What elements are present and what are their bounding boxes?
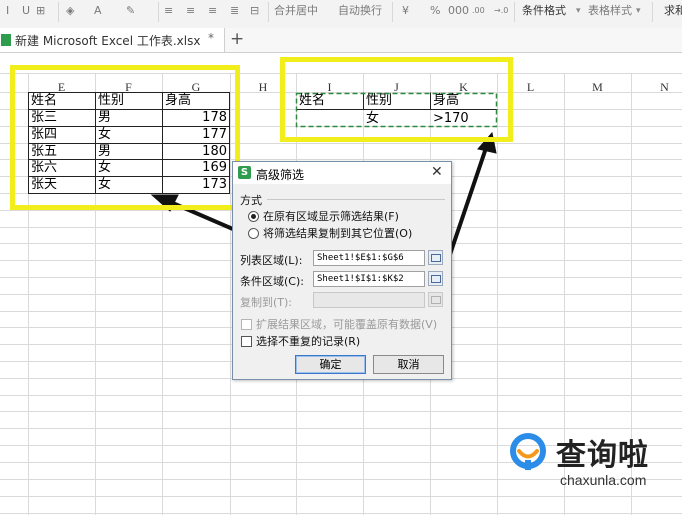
list-range-input[interactable]: Sheet1!$E$1:$G$6 [313, 250, 425, 266]
font-color-icon[interactable]: A [94, 3, 102, 19]
align-center-icon[interactable]: ≡ [186, 3, 195, 19]
italic-icon[interactable]: I [6, 3, 9, 19]
dialog-title: 高级筛选 [256, 168, 305, 182]
unique-records-label[interactable]: 选择不重复的记录(R) [256, 333, 360, 349]
ribbon-toolbar: I U ⊞ ◈ A ✎ ≡ ≡ ≡ ≣ ⊟ 合并居中 自动换行 ¥ % 000 … [0, 0, 682, 29]
range-picker-icon[interactable] [428, 292, 443, 307]
unsaved-marker[interactable]: * [208, 31, 214, 45]
advanced-filter-dialog: S 高级筛选 ✕ 方式 在原有区域显示筛选结果(F) 将筛选结果复制到其它位置(… [232, 161, 452, 380]
close-icon[interactable]: ✕ [431, 164, 443, 180]
sum-button[interactable]: 求和 [664, 3, 682, 19]
dialog-titlebar[interactable]: S 高级筛选 ✕ [233, 162, 451, 184]
list-range-highlight [10, 65, 240, 210]
copy-to-label: 复制到(T): [240, 296, 293, 309]
radio-copy-elsewhere-label[interactable]: 将筛选结果复制到其它位置(O) [263, 225, 412, 241]
criteria-range-highlight [280, 57, 513, 142]
underline-icon[interactable]: U [22, 3, 30, 19]
dropdown-arrow-icon[interactable]: ▾ [636, 3, 641, 19]
criteria-range-input[interactable]: Sheet1!$I$1:$K$2 [313, 271, 425, 287]
radio-in-place[interactable] [248, 211, 259, 222]
tab-title: 新建 Microsoft Excel 工作表.xlsx [15, 34, 201, 48]
ok-button[interactable]: 确定 [295, 355, 366, 374]
tab-workbook[interactable]: 新建 Microsoft Excel 工作表.xlsx * [0, 28, 225, 52]
range-picker-icon[interactable] [428, 271, 443, 286]
range-picker-icon[interactable] [428, 250, 443, 265]
watermark-brand: 查询啦 [556, 438, 649, 473]
new-tab-button[interactable]: + [230, 29, 244, 49]
table-style-button[interactable]: 表格样式 [588, 3, 632, 19]
auto-wrap-button[interactable]: 自动换行 [338, 3, 382, 19]
column-header[interactable]: N [631, 80, 682, 95]
align-right-icon[interactable]: ≡ [208, 3, 217, 19]
align-left-icon[interactable]: ≡ [164, 3, 173, 19]
conditional-format-button[interactable]: 条件格式 [522, 3, 566, 19]
spreadsheet-file-icon [1, 34, 11, 46]
justify-icon[interactable]: ≣ [230, 3, 239, 19]
watermark-url: chaxunla.com [560, 472, 647, 488]
currency-icon[interactable]: ¥ [402, 3, 409, 19]
percent-button[interactable]: % [430, 3, 440, 19]
expand-results-checkbox[interactable] [241, 319, 252, 330]
chaxunla-logo-icon [510, 433, 546, 470]
unique-records-checkbox[interactable] [241, 336, 252, 347]
copy-to-input[interactable] [313, 292, 425, 308]
radio-copy-elsewhere[interactable] [248, 228, 259, 239]
section-method-label: 方式 [240, 194, 262, 207]
cancel-button[interactable]: 取消 [373, 355, 444, 374]
increase-decimal-button[interactable]: .00 [472, 3, 485, 19]
column-header[interactable]: M [564, 80, 631, 95]
expand-results-label: 扩展结果区域，可能覆盖原有数据(V) [256, 318, 438, 331]
document-tab-strip: 新建 Microsoft Excel 工作表.xlsx * + [0, 28, 682, 53]
merge-center-button[interactable]: 合并居中 [274, 3, 318, 19]
decrease-decimal-button[interactable]: →.0 [494, 3, 508, 19]
distribute-icon[interactable]: ⊟ [250, 3, 259, 19]
list-range-label: 列表区域(L): [240, 254, 303, 267]
section-divider [267, 199, 445, 200]
radio-in-place-label[interactable]: 在原有区域显示筛选结果(F) [263, 208, 399, 224]
clear-format-icon[interactable]: ✎ [126, 3, 135, 19]
thousands-button[interactable]: 000 [448, 3, 469, 19]
criteria-range-label: 条件区域(C): [240, 275, 304, 288]
border-icon[interactable]: ⊞ [36, 3, 45, 19]
fill-color-icon[interactable]: ◈ [66, 3, 74, 19]
wps-sheet-icon: S [238, 166, 251, 179]
dropdown-arrow-icon[interactable]: ▾ [576, 3, 581, 19]
